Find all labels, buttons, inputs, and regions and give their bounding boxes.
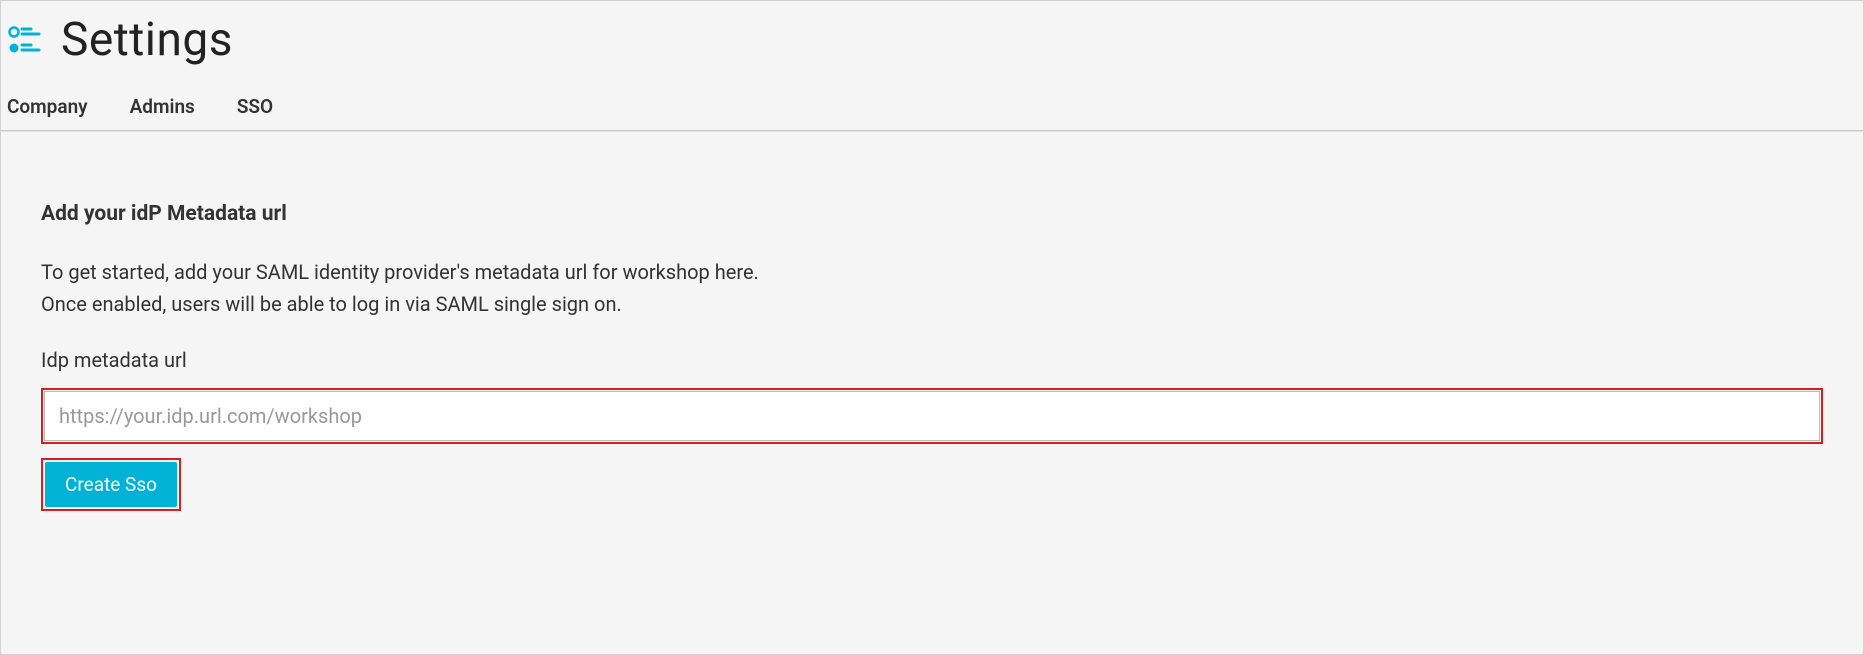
create-sso-button[interactable]: Create Sso <box>45 462 177 507</box>
idp-url-label: Idp metadata url <box>41 348 1823 372</box>
page-title: Settings <box>61 13 233 67</box>
idp-url-input[interactable] <box>44 391 1820 441</box>
sso-description: To get started, add your SAML identity p… <box>41 256 1823 320</box>
tab-sso[interactable]: SSO <box>237 95 273 130</box>
settings-icon <box>7 22 43 58</box>
create-sso-button-highlight: Create Sso <box>41 458 181 511</box>
idp-url-input-highlight <box>41 388 1823 444</box>
title-row: Settings <box>7 13 1857 67</box>
tab-admins[interactable]: Admins <box>130 95 195 130</box>
tabs-row: Company Admins SSO <box>7 95 1857 130</box>
sso-heading: Add your idP Metadata url <box>41 202 1823 226</box>
tab-company[interactable]: Company <box>7 95 88 130</box>
sso-content: Add your idP Metadata url To get started… <box>1 132 1863 551</box>
sso-description-line2: Once enabled, users will be able to log … <box>41 288 1823 320</box>
page-header: Settings Company Admins SSO <box>1 1 1863 130</box>
sso-description-line1: To get started, add your SAML identity p… <box>41 256 1823 288</box>
